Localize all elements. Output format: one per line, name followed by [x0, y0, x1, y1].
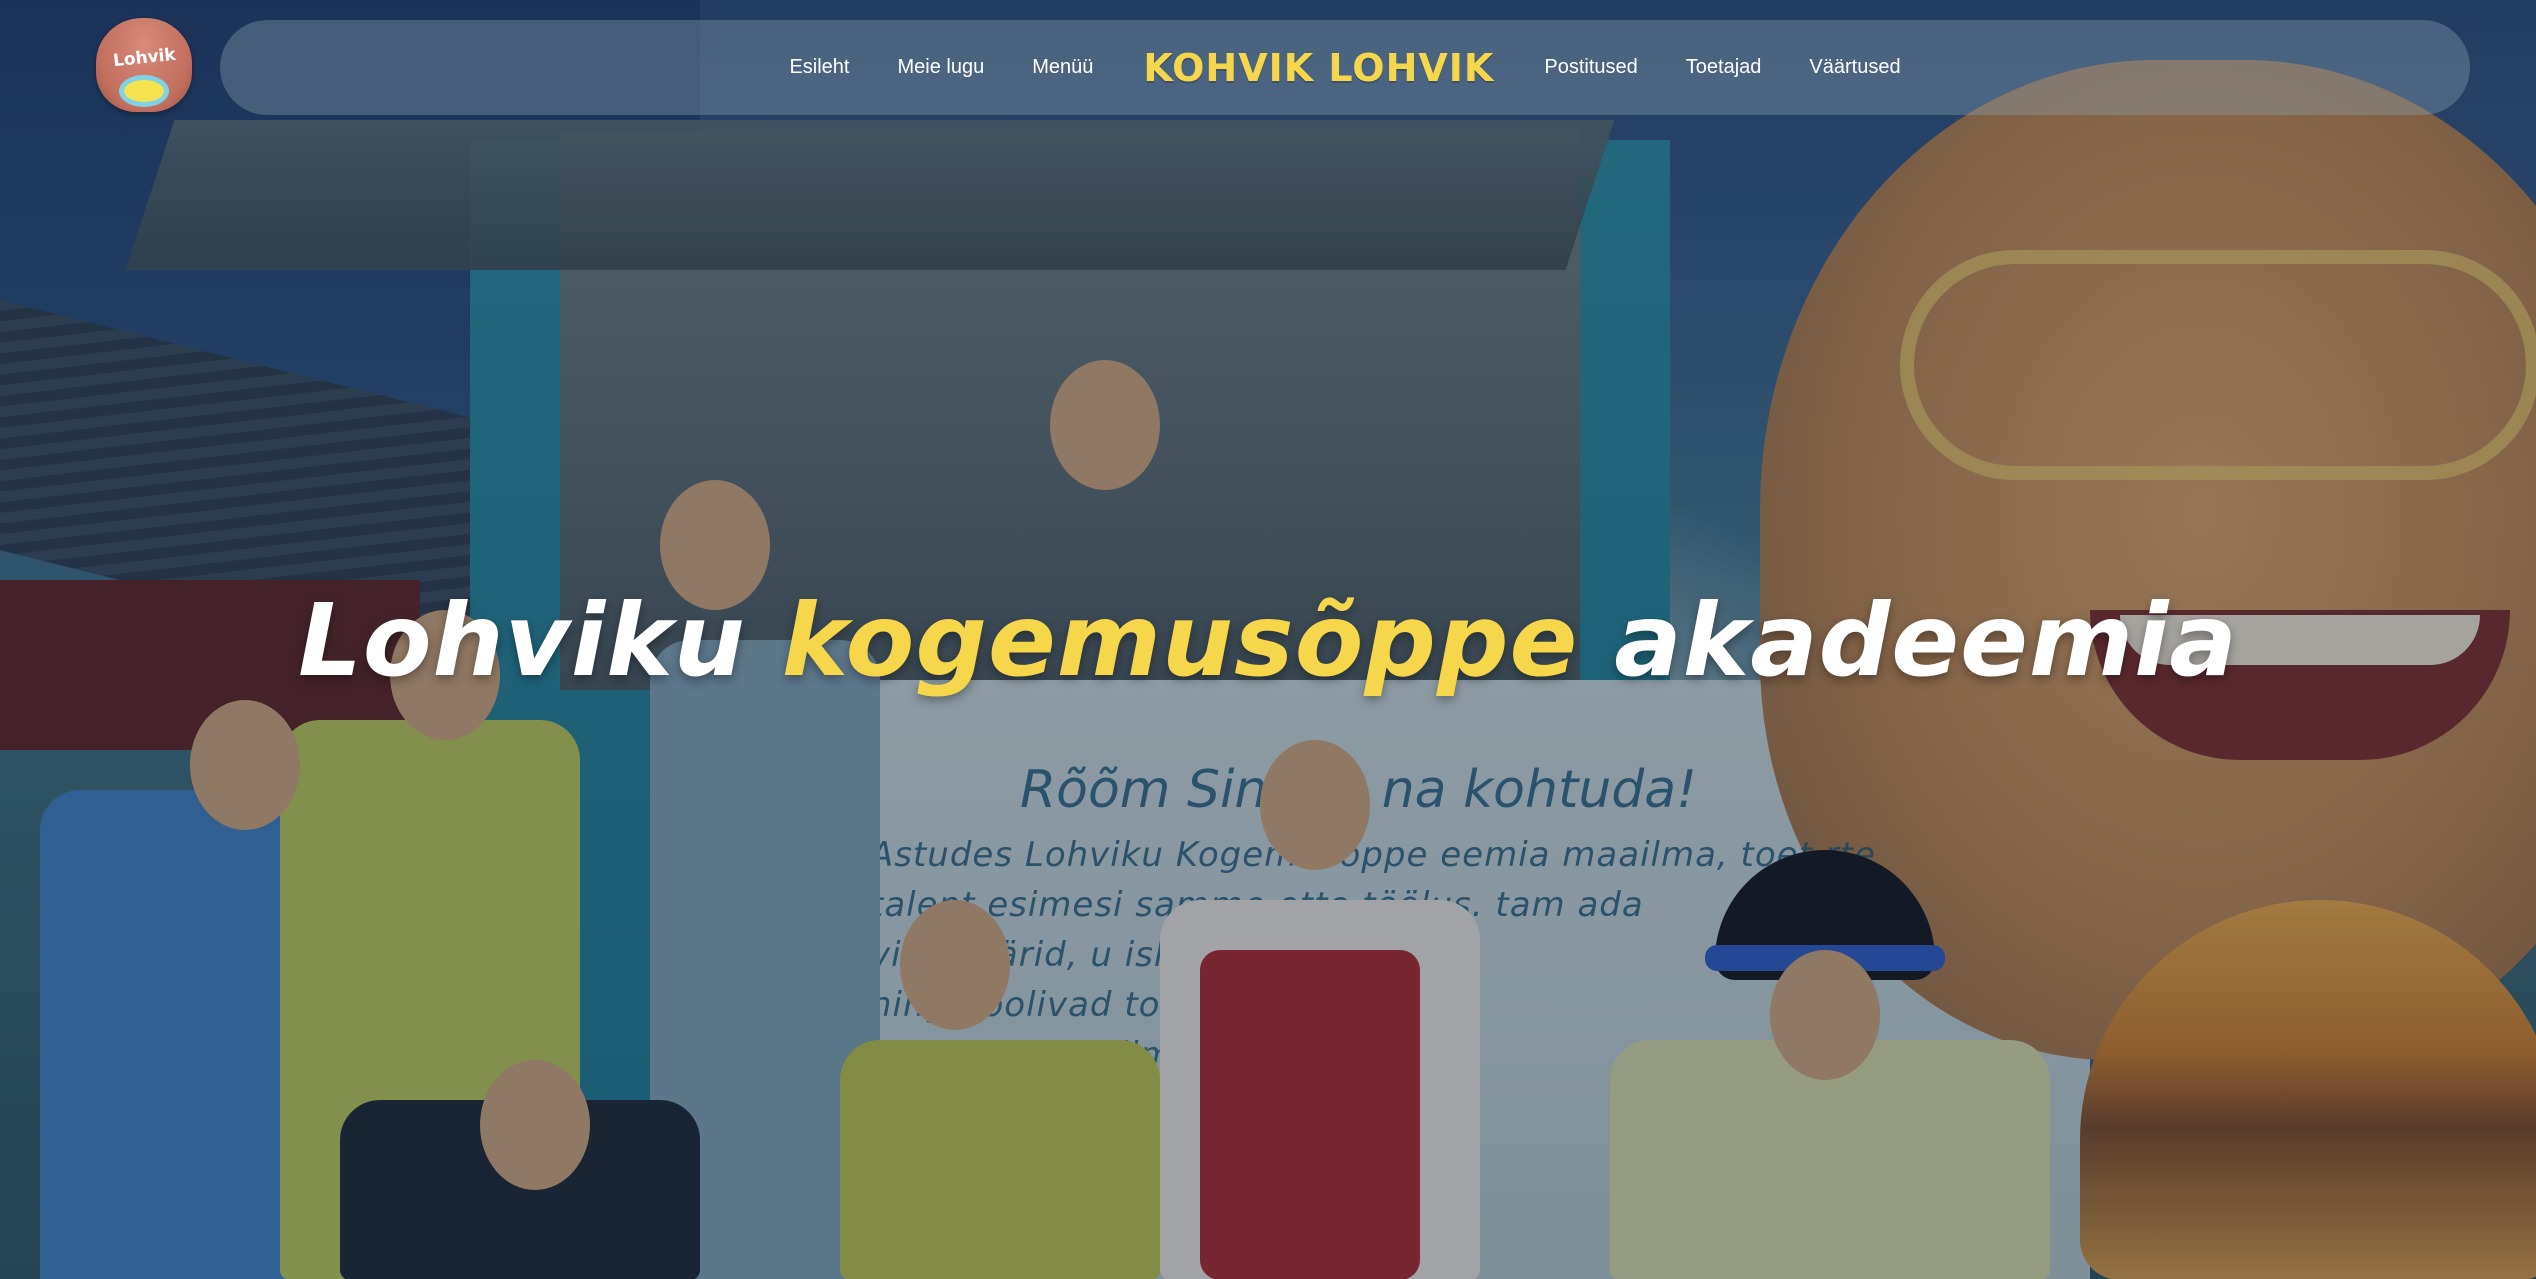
nav-link-esileht[interactable]: Esileht — [765, 56, 873, 79]
headline-part1: Lohviku — [298, 582, 746, 699]
nav-link-menuu[interactable]: Menüü — [1008, 56, 1117, 79]
hero-headline: Lohviku kogemusõppe akadeemia — [0, 582, 2536, 699]
hero-section: Rõõm Sinuga na kohtuda! Astudes Lohviku … — [0, 0, 2536, 1279]
nav-link-toetajad[interactable]: Toetajad — [1662, 56, 1786, 79]
main-navigation: Esileht Meie lugu Menüü KOHVIK LOHVIK Po… — [220, 20, 2470, 115]
brand-name[interactable]: KOHVIK LOHVIK — [1117, 46, 1520, 90]
headline-highlight: kogemusõppe — [781, 582, 1579, 699]
logo-text: Lohvik — [111, 44, 177, 72]
nav-link-meie-lugu[interactable]: Meie lugu — [873, 56, 1008, 79]
nav-link-postitused[interactable]: Postitused — [1520, 56, 1661, 79]
site-logo[interactable]: Lohvik — [96, 18, 192, 112]
logo-sun-icon — [124, 80, 164, 102]
headline-part3: akadeemia — [1614, 582, 2238, 699]
nav-link-vaartused[interactable]: Väärtused — [1785, 56, 1924, 79]
